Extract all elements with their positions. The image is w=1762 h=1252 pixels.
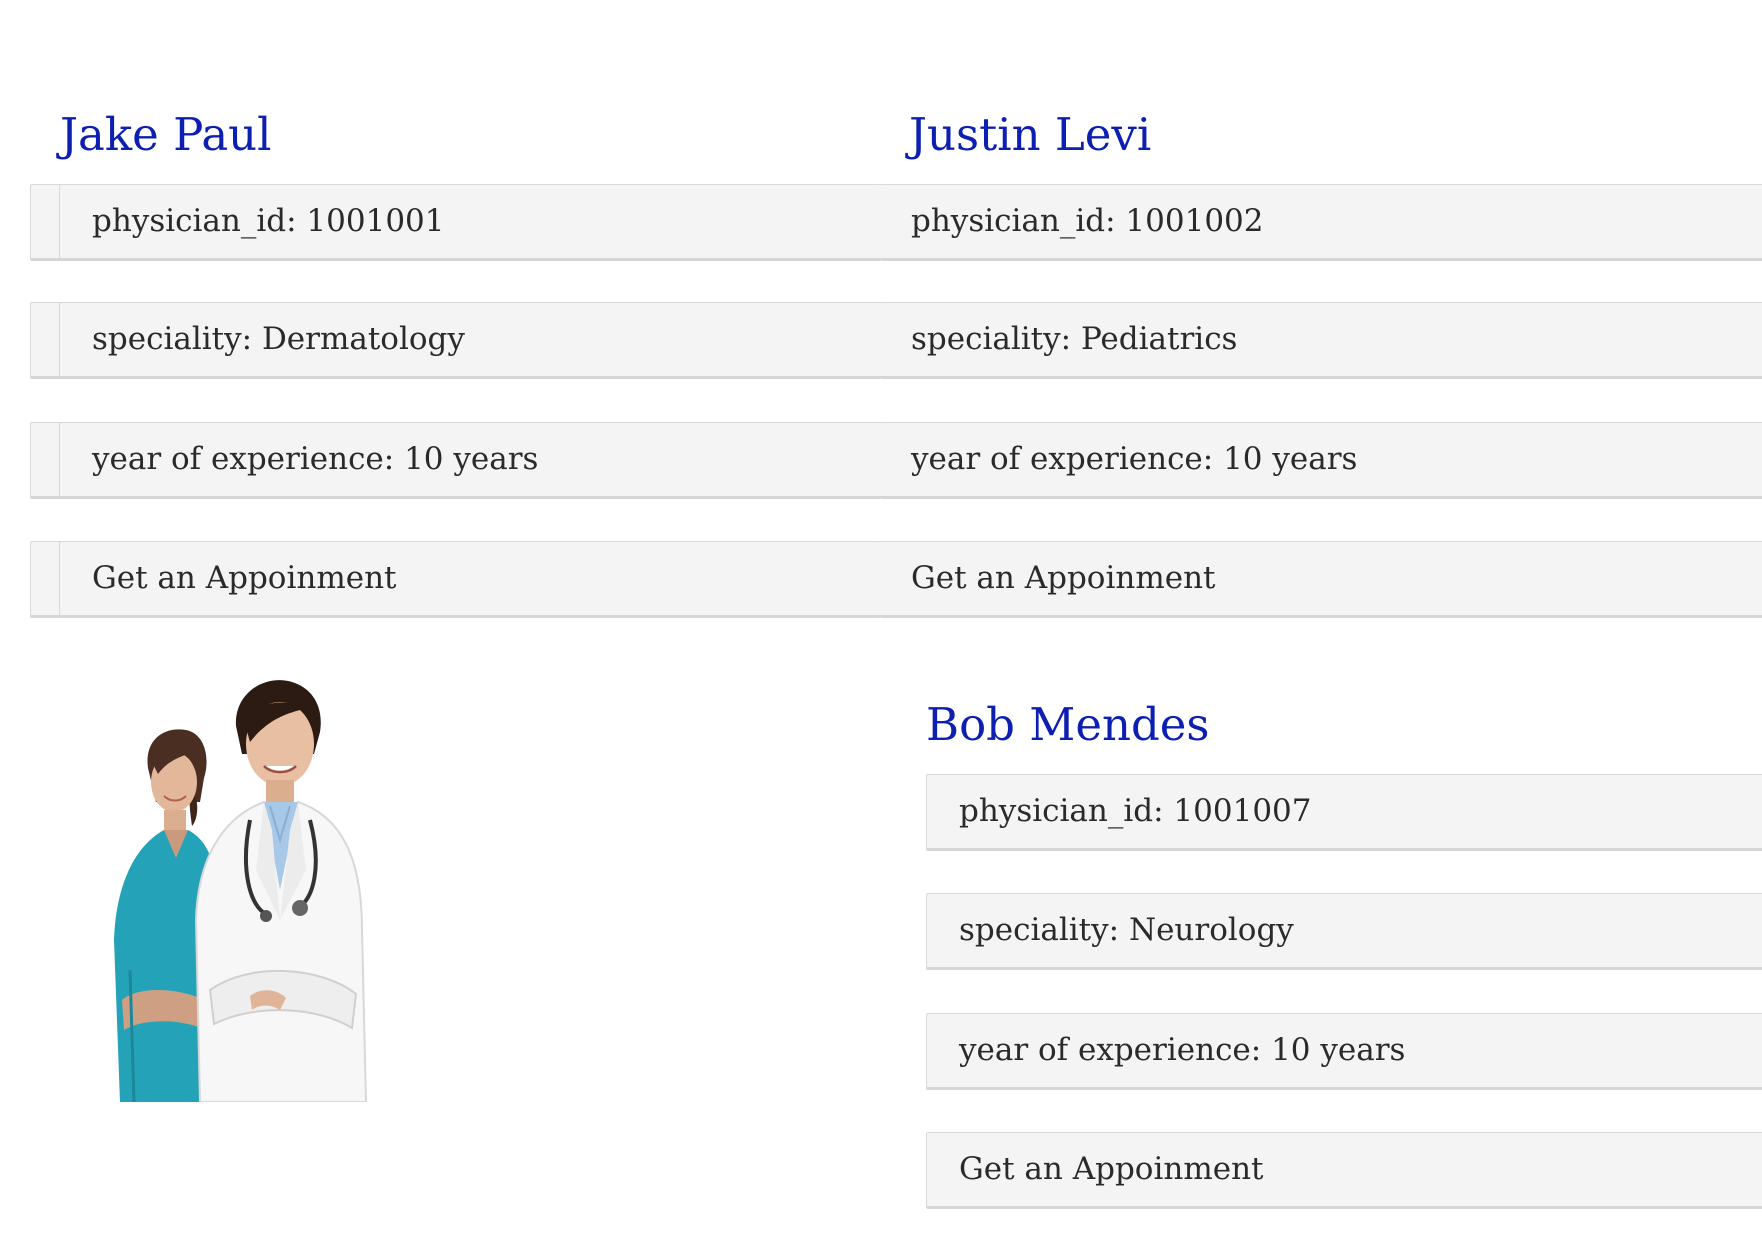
physician-id-field: physician_id: 1001001 xyxy=(59,184,881,261)
physician-id-field: physician_id: 1001007 xyxy=(926,774,1762,851)
get-appointment-button[interactable]: Get an Appoinment xyxy=(926,1132,1762,1209)
experience-field: year of experience: 10 years xyxy=(926,1013,1762,1090)
physician-name: Justin Levi xyxy=(909,108,1152,161)
speciality-field: speciality: Pediatrics xyxy=(880,302,1762,379)
get-appointment-button[interactable]: Get an Appoinment xyxy=(59,541,881,618)
experience-field: year of experience: 10 years xyxy=(880,422,1762,499)
get-appointment-button[interactable]: Get an Appoinment xyxy=(880,541,1762,618)
speciality-field: speciality: Dermatology xyxy=(59,302,881,379)
physician-name: Bob Mendes xyxy=(926,698,1210,751)
physician-name: Jake Paul xyxy=(60,108,272,161)
male-doctor xyxy=(194,680,368,1102)
speciality-field: speciality: Neurology xyxy=(926,893,1762,970)
physician-id-field: physician_id: 1001002 xyxy=(880,184,1762,261)
experience-field: year of experience: 10 years xyxy=(59,422,881,499)
doctors-photo xyxy=(114,680,368,1102)
